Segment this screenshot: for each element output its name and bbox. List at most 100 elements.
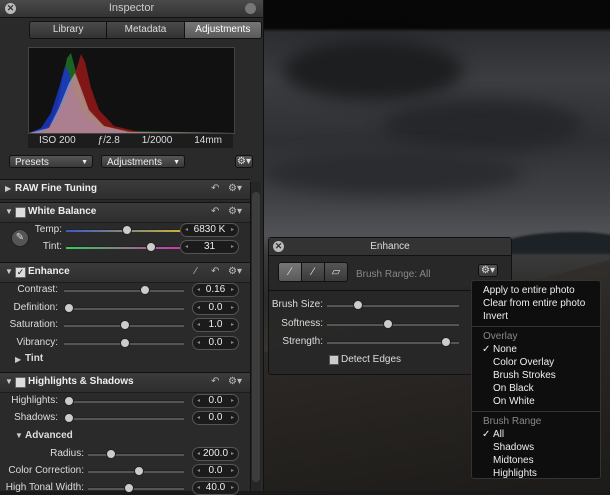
advanced-label[interactable]: Advanced xyxy=(25,430,73,441)
highlights-shadows-label: Highlights & Shadows xyxy=(28,376,134,387)
presets-popup[interactable]: Presets ▼ xyxy=(9,155,93,168)
disclosure-right-icon[interactable]: ▶ xyxy=(15,355,21,364)
shadows-value[interactable]: ◂ 0.0 ▸ xyxy=(192,411,239,425)
inspector-scrollbar[interactable] xyxy=(250,182,261,491)
contrast-knob[interactable] xyxy=(140,285,150,295)
brush-tools: ⁄ ⁄ ▱ xyxy=(278,262,348,282)
undo-icon[interactable]: ↶ xyxy=(211,266,219,277)
high-tonal-width-knob[interactable] xyxy=(124,483,134,493)
color-correction-value[interactable]: ◂ 0.0 ▸ xyxy=(192,464,239,478)
undo-icon[interactable]: ↶ xyxy=(211,376,219,387)
saturation-knob[interactable] xyxy=(120,320,130,330)
contrast-slider[interactable] xyxy=(64,289,184,292)
enhance-tint-label[interactable]: Tint xyxy=(25,353,43,364)
menu-overlay-color[interactable]: Color Overlay xyxy=(472,356,600,369)
menu-apply-entire-photo[interactable]: Apply to entire photo xyxy=(472,284,600,297)
radius-value[interactable]: ◂ 200.0 ▸ xyxy=(192,447,239,461)
contrast-value[interactable]: ◂ 0.16 ▸ xyxy=(192,283,239,297)
shadows-slider[interactable] xyxy=(64,417,184,420)
saturation-value[interactable]: ◂ 1.0 ▸ xyxy=(192,318,239,332)
tab-library[interactable]: Library xyxy=(30,22,108,38)
tab-adjustments[interactable]: Adjustments xyxy=(184,22,261,38)
definition-slider[interactable] xyxy=(64,307,184,310)
strength-knob[interactable] xyxy=(441,337,451,347)
disclosure-down-icon[interactable]: ▼ xyxy=(5,377,13,386)
temp-value[interactable]: ◂ 6830 K ▸ xyxy=(180,223,239,237)
tab-metadata[interactable]: Metadata xyxy=(107,22,185,38)
high-tonal-width-value[interactable]: ◂ 40.0 ▸ xyxy=(192,481,239,495)
feather-tool-button[interactable]: ⁄ xyxy=(302,263,325,281)
histogram-graph xyxy=(29,53,234,133)
softness-knob[interactable] xyxy=(383,319,393,329)
temp-knob[interactable] xyxy=(122,225,132,235)
section-raw-fine-tuning[interactable]: ▶ RAW Fine Tuning ↶ ⚙▾ xyxy=(0,179,250,200)
definition-value[interactable]: ◂ 0.0 ▸ xyxy=(192,301,239,315)
radius-knob[interactable] xyxy=(106,449,116,459)
eyedropper-icon[interactable]: ✎ xyxy=(11,229,29,247)
disclosure-down-icon[interactable]: ▼ xyxy=(15,431,23,440)
menu-range-shadows[interactable]: Shadows xyxy=(472,441,600,454)
temp-label: Temp: xyxy=(34,224,62,235)
softness-slider[interactable] xyxy=(327,323,459,326)
menu-range-midtones[interactable]: Midtones xyxy=(472,454,600,467)
adjustments-popup[interactable]: Adjustments ▼ xyxy=(101,155,185,168)
tint-value[interactable]: ◂ 31 ▸ xyxy=(180,240,239,254)
white-balance-checkbox[interactable] xyxy=(15,207,26,218)
enhance-checkbox[interactable]: ✓ xyxy=(15,267,26,278)
undo-icon[interactable]: ↶ xyxy=(211,206,219,217)
brush-tool-button[interactable]: ⁄ xyxy=(279,263,302,281)
brush-size-knob[interactable] xyxy=(353,300,363,310)
highlights-label: Highlights: xyxy=(11,395,58,406)
close-icon[interactable]: ✕ xyxy=(273,241,284,252)
brush-size-label: Brush Size: xyxy=(271,299,323,310)
tint-slider[interactable] xyxy=(66,246,180,249)
menu-overlay-none[interactable]: ✓ None xyxy=(472,343,600,356)
color-correction-knob[interactable] xyxy=(134,466,144,476)
section-white-balance[interactable]: ▼ White Balance ↶ ⚙▾ xyxy=(0,202,250,223)
disclosure-down-icon[interactable]: ▼ xyxy=(5,207,13,216)
disclosure-down-icon[interactable]: ▼ xyxy=(5,267,13,276)
highlights-shadows-checkbox[interactable] xyxy=(15,377,26,388)
menu-range-all[interactable]: ✓ All xyxy=(472,428,600,441)
section-highlights-shadows[interactable]: ▼ Highlights & Shadows ↶ ⚙▾ xyxy=(0,372,250,393)
white-balance-label: White Balance xyxy=(28,206,97,217)
gear-button[interactable]: ⚙▾ xyxy=(235,155,253,168)
definition-knob[interactable] xyxy=(64,303,74,313)
menu-overlay-brush-strokes[interactable]: Brush Strokes xyxy=(472,369,600,382)
hud-titlebar: ✕ Enhance xyxy=(269,238,511,256)
gear-icon[interactable]: ⚙▾ xyxy=(228,206,242,217)
close-icon[interactable]: ✕ xyxy=(5,3,16,14)
menu-separator xyxy=(472,411,600,412)
menu-overlay-on-white[interactable]: On White xyxy=(472,395,600,408)
hud-gear-button[interactable]: ⚙▾ xyxy=(478,264,498,277)
chevron-down-icon: ▼ xyxy=(81,159,88,166)
menu-clear-entire-photo[interactable]: Clear from entire photo xyxy=(472,297,600,310)
eraser-tool-button[interactable]: ▱ xyxy=(325,263,347,281)
highlights-slider[interactable] xyxy=(64,400,184,403)
undo-icon[interactable]: ↶ xyxy=(211,183,219,194)
gear-icon[interactable]: ⚙▾ xyxy=(228,266,242,277)
inspector-title: Inspector xyxy=(108,2,155,14)
vibrancy-knob[interactable] xyxy=(120,338,130,348)
high-tonal-width-slider[interactable] xyxy=(88,487,184,490)
brush-icon[interactable]: ⁄ xyxy=(195,266,197,277)
tint-knob[interactable] xyxy=(146,242,156,252)
gear-icon[interactable]: ⚙▾ xyxy=(228,376,242,387)
scrollbar-thumb[interactable] xyxy=(252,192,260,482)
disclosure-right-icon[interactable]: ▶ xyxy=(5,184,11,193)
detect-edges-checkbox[interactable] xyxy=(329,355,339,365)
brush-size-slider[interactable] xyxy=(327,304,459,307)
strength-slider[interactable] xyxy=(327,341,459,344)
menu-invert[interactable]: Invert xyxy=(472,310,600,323)
menu-range-highlights[interactable]: Highlights xyxy=(472,467,600,480)
presets-label: Presets xyxy=(15,157,49,168)
menu-overlay-on-black[interactable]: On Black xyxy=(472,382,600,395)
gear-icon[interactable]: ⚙▾ xyxy=(228,183,242,194)
radius-slider[interactable] xyxy=(88,453,184,456)
window-dot-icon[interactable] xyxy=(245,3,256,14)
shadows-knob[interactable] xyxy=(64,413,74,423)
highlights-value[interactable]: ◂ 0.0 ▸ xyxy=(192,394,239,408)
section-enhance[interactable]: ▼ ✓ Enhance ⁄ ↶ ⚙▾ xyxy=(0,262,250,283)
vibrancy-value[interactable]: ◂ 0.0 ▸ xyxy=(192,336,239,350)
highlights-knob[interactable] xyxy=(64,396,74,406)
